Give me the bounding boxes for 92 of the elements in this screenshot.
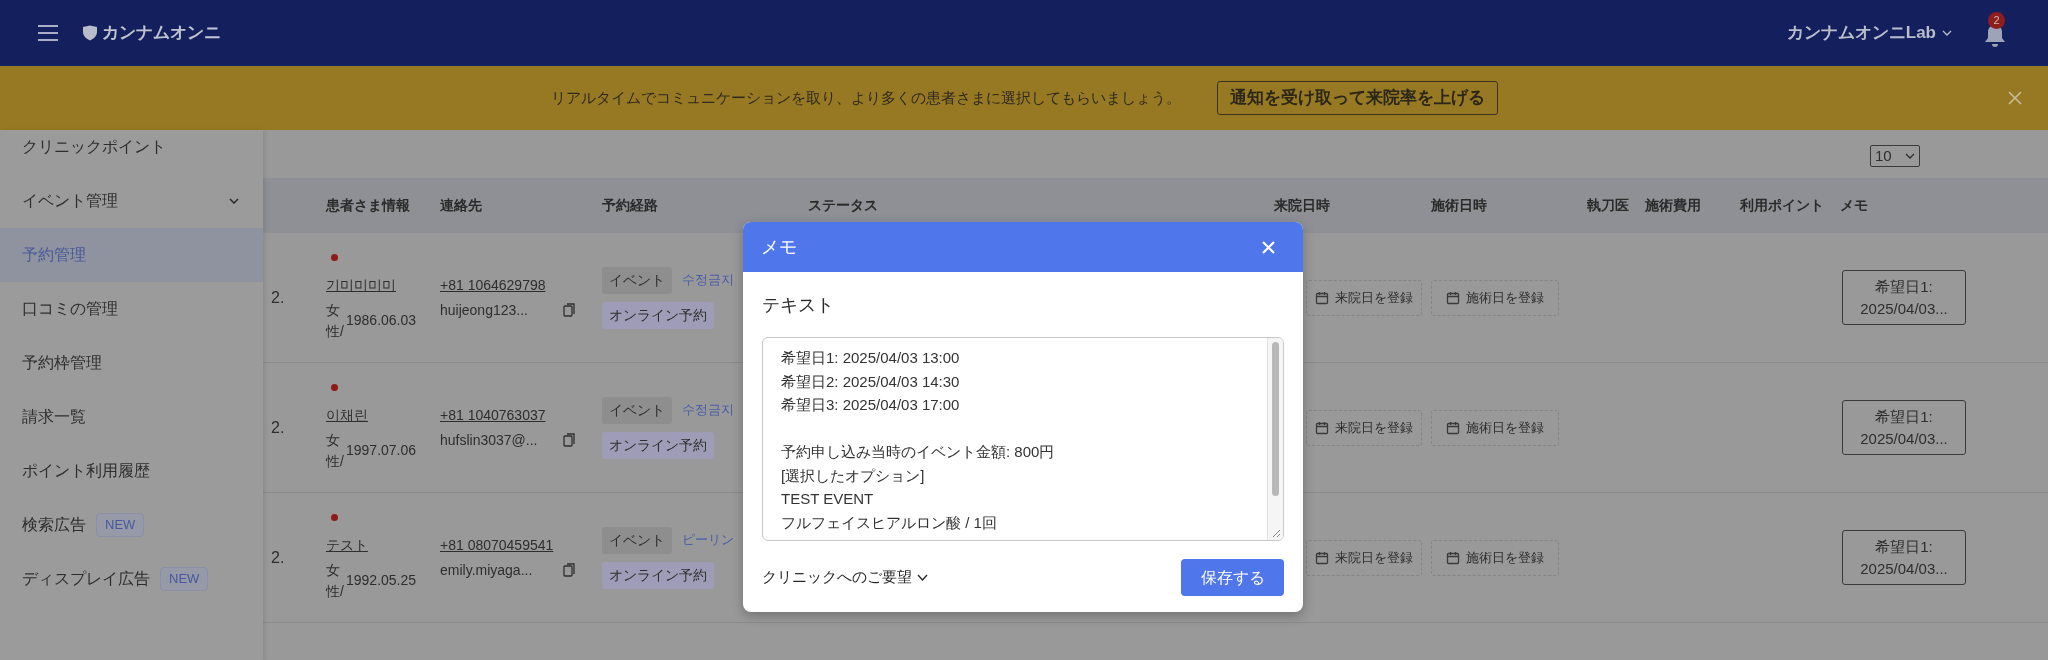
column-header: ステータス: [808, 196, 879, 215]
field-label: テキスト: [762, 294, 835, 317]
memo-button[interactable]: 希望日1: 2025/04/03...: [1842, 529, 1966, 586]
sidebar-item[interactable]: 口コミの管理: [0, 282, 263, 336]
route-tag: イベント: [602, 526, 672, 554]
calendar-icon: [1315, 550, 1329, 565]
route-tag: オンライン予約: [602, 561, 714, 589]
sidebar-item[interactable]: 予約枠管理: [0, 336, 263, 390]
patient-gender: 女性/: [326, 430, 345, 471]
column-header: メモ: [1840, 196, 1869, 215]
sidebar-item[interactable]: 請求一覧: [0, 390, 263, 444]
patient-birthdate: 1992.05.25: [346, 571, 417, 590]
calendar-icon: [1315, 420, 1329, 435]
register-treatment-button[interactable]: 施術日を登録: [1431, 539, 1559, 576]
sidebar-item-label: 予約枠管理: [22, 353, 102, 373]
brand-name: カンナムオンニ: [102, 22, 221, 45]
calendar-icon: [1315, 290, 1329, 305]
patient-name-link[interactable]: テスト: [326, 534, 368, 556]
route-tag: オンライン予約: [602, 431, 714, 459]
sidebar-item-label: 口コミの管理: [22, 299, 118, 319]
patient-name-link[interactable]: 이채린: [326, 404, 368, 426]
scrollbar-thumb[interactable]: [1272, 342, 1279, 496]
banner-message: リアルタイムでコミュニケーションを取り、より多くの患者さまに選択してもらいましょう。: [550, 87, 1181, 108]
sidebar-item[interactable]: ディスプレイ広告 NEW: [0, 552, 263, 606]
email-text: hufslin3037@...: [440, 430, 538, 450]
email-text: emily.miyaga...: [440, 560, 533, 580]
sidebar-item[interactable]: 検索広告 NEW: [0, 498, 263, 552]
column-header: 予約経路: [602, 196, 659, 215]
phone-link[interactable]: +81 1064629798: [440, 274, 546, 296]
page-size-value: 10: [1875, 145, 1892, 166]
table-cell-text: 2.: [271, 417, 286, 438]
calendar-icon: [1446, 290, 1460, 305]
menu-icon[interactable]: [38, 25, 58, 41]
sidebar-item-label: ポイント利用履歴: [22, 461, 150, 481]
phone-link[interactable]: +81 08070459541: [440, 534, 554, 556]
column-header: 執刀医: [1587, 196, 1630, 215]
sidebar-item[interactable]: イベント管理: [0, 174, 263, 228]
dialog-title: メモ: [761, 235, 797, 259]
register-visit-button[interactable]: 来院日を登録: [1306, 539, 1422, 576]
column-header: 来院日時: [1274, 196, 1331, 215]
register-treatment-button[interactable]: 施術日を登録: [1431, 409, 1559, 446]
new-badge: NEW: [96, 513, 145, 537]
sidebar-item-label: ディスプレイ広告: [22, 569, 150, 589]
page-size-select[interactable]: 10: [1870, 145, 1920, 167]
memo-text: 希望日1: 2025/04/03 13:00 希望日2: 2025/04/03 14:30 希望日3: 2025/04/03 17:00 予約申し込み当時のイベント金額: 800円 [選択したオプション] TEST EVENT フルフェイスヒアルロン酸 / 1回: [781, 348, 1055, 533]
patient-birthdate: 1997.07.06: [346, 441, 417, 460]
copy-icon[interactable]: [563, 563, 576, 577]
register-treatment-button[interactable]: 施術日を登録: [1431, 279, 1559, 316]
copy-icon[interactable]: [563, 303, 576, 317]
memo-button[interactable]: 希望日1: 2025/04/03...: [1842, 399, 1966, 456]
route-tag: イベント: [602, 396, 672, 424]
sidebar-item-label: 予約管理: [22, 245, 86, 265]
patient-gender: 女性/: [326, 300, 345, 341]
table-cell-text: 2.: [271, 287, 286, 308]
column-header: 施術費用: [1645, 196, 1702, 215]
sidebar-item[interactable]: ポイント利用履歴: [0, 444, 263, 498]
sidebar-item-label: イベント管理: [22, 191, 118, 211]
patient-gender: 女性/: [326, 560, 345, 601]
chevron-down-icon: [229, 198, 239, 204]
chevron-down-icon: [1942, 30, 1952, 36]
register-visit-button[interactable]: 来院日を登録: [1306, 409, 1422, 446]
route-tag: イベント: [602, 266, 672, 294]
sidebar-item-label: 請求一覧: [22, 407, 86, 427]
memo-button[interactable]: 希望日1: 2025/04/03...: [1842, 269, 1966, 326]
resize-grip-icon[interactable]: [1272, 529, 1281, 538]
copy-icon[interactable]: [563, 433, 576, 447]
notification-badge: 2: [1988, 12, 2005, 29]
table-cell-text: 2.: [271, 547, 286, 568]
column-header: 連絡先: [440, 196, 483, 215]
patient-name-link[interactable]: 기미미미미: [326, 274, 396, 296]
calendar-icon: [1446, 550, 1460, 565]
account-menu[interactable]: カンナムオンニLab: [1786, 20, 1952, 46]
column-header: 施術日時: [1431, 196, 1488, 215]
calendar-icon: [1446, 420, 1460, 435]
sidebar-item-label: 検索広告: [22, 515, 86, 535]
chevron-down-icon: [917, 574, 928, 581]
save-button[interactable]: 保存する: [1181, 559, 1284, 596]
enable-notifications-button[interactable]: 通知を受け取って来院率を上げる: [1216, 81, 1498, 115]
register-visit-button[interactable]: 来院日を登録: [1306, 279, 1422, 316]
patient-birthdate: 1986.06.03: [346, 311, 417, 330]
chevron-down-icon: [1905, 153, 1915, 159]
clinic-request-toggle[interactable]: クリニックへのご要望: [762, 566, 928, 589]
sidebar-item-label: クリニックポイント: [22, 137, 166, 157]
memo-text-field[interactable]: 希望日1: 2025/04/03 13:00 希望日2: 2025/04/03 14:30 希望日3: 2025/04/03 17:00 予約申し込み当時のイベント金額: 800円 [選択したオプション] TEST EVENT フルフェイスヒアルロン酸 / 1回: [762, 337, 1284, 541]
route-tag: オンライン予約: [602, 301, 714, 329]
new-badge: NEW: [160, 567, 209, 591]
email-text: huijeong123...: [440, 300, 528, 320]
sidebar-item[interactable]: クリニックポイント: [0, 120, 263, 174]
phone-link[interactable]: +81 1040763037: [440, 404, 546, 426]
column-header: 利用ポイント: [1740, 196, 1825, 215]
shield-logo-icon: [82, 25, 98, 41]
column-header: 患者さま情報: [326, 196, 411, 215]
